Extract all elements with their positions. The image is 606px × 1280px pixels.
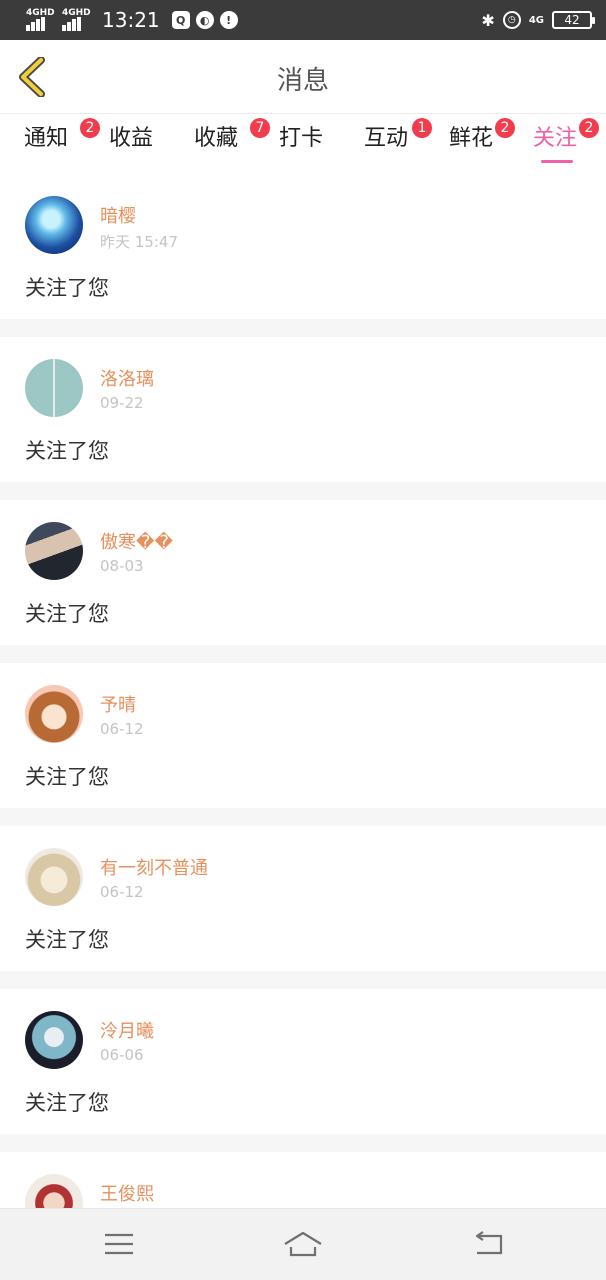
bluetooth-icon: ✱ [481,10,495,30]
message-text: 关注了您 [25,276,109,300]
avatar[interactable] [25,848,83,906]
message-text: 关注了您 [25,602,109,626]
list-item[interactable]: 予晴 06-12 关注了您 [0,663,606,808]
signal-icon: 4GHD [62,8,92,31]
app-root: 4GHD 4GHD 13:21 Q ◐ ! ✱ ◷ 4G 42 消息 通知 2 … [0,0,606,1280]
unread-badge: 1 [412,118,432,138]
signal-icon: 4GHD [26,8,56,31]
message-time: 06-06 [100,1046,144,1064]
back-nav-button[interactable] [468,1227,508,1261]
unread-badge: 2 [80,118,100,138]
tab-checkin[interactable]: 打卡 [279,124,323,168]
tab-follow[interactable]: 关注 2 [533,118,599,168]
header: 消息 [0,40,606,114]
home-button[interactable] [283,1227,323,1261]
tab-label: 鲜花 [449,126,494,151]
tab-notifications[interactable]: 通知 2 [24,118,100,168]
list-item[interactable]: 傲寒�� 08-03 关注了您 [0,500,606,645]
unread-badge: 2 [579,118,599,138]
mobile-data-icon: 4G [528,14,544,26]
message-time: 08-03 [100,557,144,575]
username[interactable]: 有一刻不普通 [100,854,208,880]
return-icon [475,1231,503,1255]
tab-label: 互动 [364,126,409,151]
message-time: 06-12 [100,720,144,738]
username[interactable]: 予晴 [100,691,136,717]
tab-flowers[interactable]: 鲜花 2 [449,118,515,168]
avatar[interactable] [25,359,83,417]
message-time: 09-22 [100,394,144,412]
message-text: 关注了您 [25,439,109,463]
username[interactable]: 暗樱 [100,202,136,228]
category-tabs: 通知 2 收益 收藏 7 打卡 互动 1 鲜花 2 关注 2 [0,114,606,174]
tab-label: 收藏 [194,126,239,151]
tab-label: 打卡 [279,126,324,151]
message-time: 06-12 [100,883,144,901]
menu-button[interactable] [99,1227,139,1261]
message-text: 关注了您 [25,928,109,952]
list-item[interactable]: 暗樱 昨天 15:47 关注了您 [0,174,606,319]
tab-favorites[interactable]: 收藏 7 [194,118,270,168]
battery-level: 42 [564,13,580,27]
username[interactable]: 泠月曦 [100,1017,154,1043]
active-tab-indicator [541,160,573,163]
avatar[interactable] [25,685,83,743]
network-label: 4GHD [62,8,91,18]
avatar[interactable] [25,196,83,254]
list-item[interactable]: 泠月曦 06-06 关注了您 [0,989,606,1134]
status-bar: 4GHD 4GHD 13:21 Q ◐ ! ✱ ◷ 4G 42 [0,0,606,40]
tab-label: 收益 [109,126,154,151]
alert-icon: ! [219,11,238,29]
list-item[interactable]: 洛洛璃 09-22 关注了您 [0,337,606,482]
tab-label: 通知 [24,126,69,151]
message-text: 关注了您 [25,765,109,789]
alarm-icon: ◷ [502,11,521,29]
tab-label: 关注 [533,126,578,151]
username[interactable]: 洛洛璃 [100,365,154,391]
username[interactable]: 王俊熙 [100,1180,154,1206]
username[interactable]: 傲寒�� [100,528,173,554]
tab-earnings[interactable]: 收益 [109,124,153,168]
unread-badge: 2 [495,118,515,138]
home-icon [284,1231,322,1257]
network-label: 4GHD [26,8,55,18]
battery-icon: 42 [552,11,595,29]
search-app-icon: Q [171,11,190,29]
tab-interaction[interactable]: 互动 1 [364,118,432,168]
system-nav-bar [0,1208,606,1280]
avatar[interactable] [25,522,83,580]
unread-badge: 7 [250,118,270,138]
message-text: 关注了您 [25,1091,109,1115]
list-item[interactable]: 有一刻不普通 06-12 关注了您 [0,826,606,971]
message-time: 昨天 15:47 [100,233,178,251]
page-title: 消息 [276,66,329,96]
avatar[interactable] [25,1011,83,1069]
clock: 13:21 [102,8,160,32]
menu-icon [105,1233,133,1255]
browser-app-icon: ◐ [195,11,214,29]
